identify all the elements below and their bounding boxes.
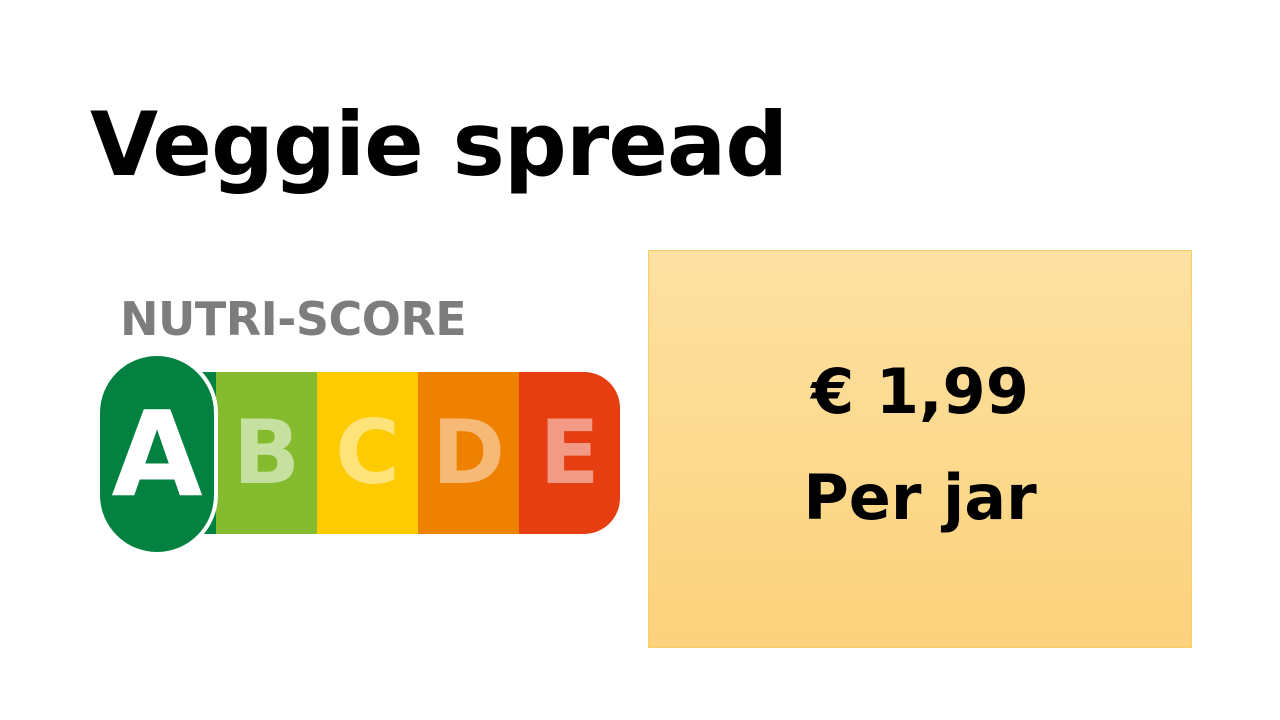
product-title: Veggie spread [90, 93, 788, 196]
nutri-grade-d: D [418, 372, 519, 534]
nutri-grade-e: E [519, 372, 620, 534]
nutri-selected-badge: A [96, 352, 218, 556]
price-amount: € 1,99 [811, 355, 1029, 428]
nutri-grade-c: C [317, 372, 418, 534]
nutri-score-header: NUTRI-SCORE [120, 292, 467, 346]
nutri-grade-a: A [100, 356, 214, 552]
nutri-grade-b: B [216, 372, 317, 534]
nutri-score-label: NUTRI-SCORE B C D E A [96, 296, 622, 558]
price-unit: Per jar [803, 461, 1037, 534]
price-box: € 1,99 Per jar [648, 250, 1192, 648]
